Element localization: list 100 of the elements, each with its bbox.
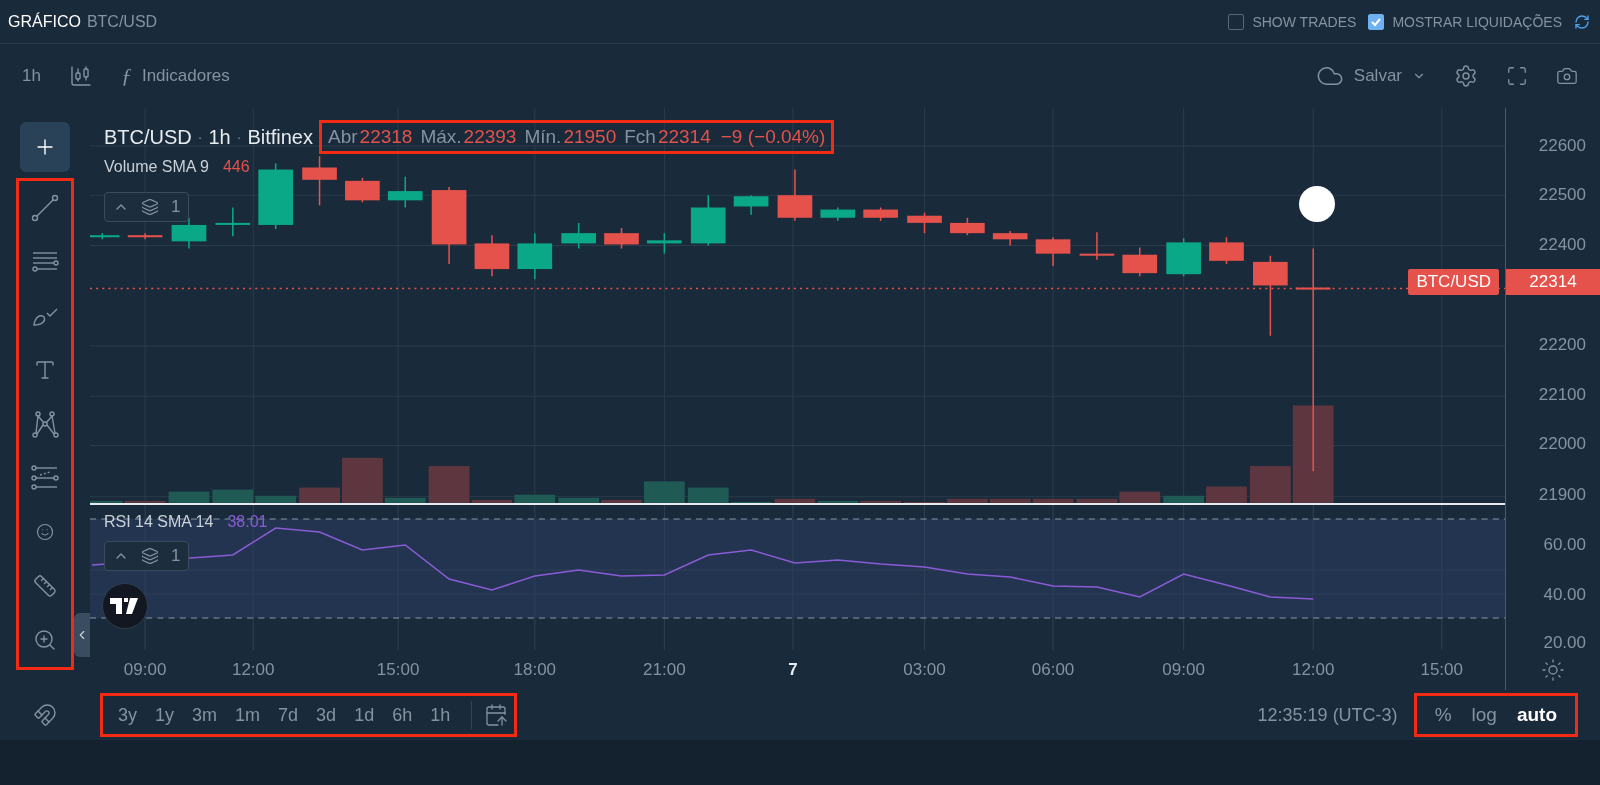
volume-label: Volume SMA 9 <box>104 158 209 176</box>
smiley-icon <box>36 523 54 541</box>
candlestick <box>604 227 639 250</box>
candlestick <box>127 232 163 241</box>
collapse-button[interactable]: 1 <box>104 541 190 571</box>
range-button[interactable]: 3d <box>307 704 346 726</box>
zoom-in-icon <box>33 628 57 652</box>
candlestick <box>777 168 813 222</box>
rsi-axis-label: 20.00 <box>1543 633 1586 653</box>
scale-button[interactable]: auto <box>1508 704 1565 726</box>
time-label: 12:00 <box>231 660 275 680</box>
candlestick <box>690 194 726 247</box>
volume-bar <box>299 487 340 503</box>
candlestick <box>992 230 1028 247</box>
legend-symbol: BTC/USD <box>104 125 192 149</box>
candles-button[interactable] <box>68 64 93 88</box>
text-icon <box>33 358 57 382</box>
range-button[interactable]: 7d <box>269 704 308 726</box>
time-label: 15:00 <box>1420 660 1463 680</box>
candlestick <box>907 211 942 234</box>
date-range-button[interactable] <box>484 703 509 727</box>
collapse-button[interactable]: 1 <box>104 192 190 222</box>
candlestick <box>733 194 769 216</box>
candlestick <box>345 177 380 204</box>
price-label: 21900 <box>1538 484 1586 505</box>
range-button[interactable]: 3y <box>109 704 146 726</box>
option-checkbox[interactable]: SHOW TRADES <box>1228 13 1357 30</box>
option-label: SHOW TRADES <box>1252 13 1357 30</box>
fullscreen-button[interactable] <box>1506 65 1528 87</box>
candlestick <box>171 217 207 250</box>
range-button[interactable]: 1h <box>421 704 460 726</box>
candlestick <box>863 206 898 222</box>
ohlc-label: Abr <box>328 126 358 148</box>
layers-icon <box>141 198 159 216</box>
fib-levels-icon <box>30 463 60 493</box>
time-label: 03:00 <box>903 660 946 680</box>
volume-value: 446 <box>222 158 250 176</box>
range-button[interactable]: 3m <box>183 704 227 726</box>
settings-button[interactable] <box>1454 64 1478 88</box>
legend-interval: 1h <box>208 125 231 149</box>
interval-button[interactable]: 1h <box>22 66 41 86</box>
candlestick <box>647 232 682 255</box>
time-label: 09:00 <box>1162 660 1205 680</box>
price-label: 22100 <box>1538 384 1586 405</box>
ohlc-value: 22318 <box>359 126 413 148</box>
trend-line-icon <box>30 193 60 223</box>
price-label: 22200 <box>1538 334 1586 355</box>
candlestick <box>1079 231 1115 261</box>
ohlc-label: Máx. <box>420 126 462 148</box>
collapse-sidebar-button[interactable] <box>74 613 90 657</box>
ohlc-label: Fch <box>624 126 656 148</box>
legend-exchange: Bitfinex <box>247 125 313 149</box>
symbol-label: BTC/USD <box>86 12 158 31</box>
time-label: 12:00 <box>1291 660 1335 680</box>
refresh-button[interactable] <box>1574 13 1590 30</box>
range-button[interactable]: 1m <box>226 704 270 726</box>
checkbox[interactable] <box>1228 13 1245 30</box>
time-label: 7 <box>788 660 798 680</box>
scale-button[interactable]: % <box>1426 704 1460 726</box>
screenshot-button[interactable] <box>1556 65 1578 87</box>
ohlc-value: 22393 <box>463 126 517 148</box>
candlestick <box>517 232 553 281</box>
indicators-button[interactable]: ƒ Indicadores <box>120 63 230 89</box>
time-label: 18:00 <box>513 660 557 680</box>
rsi-value: 38.01 <box>227 513 268 531</box>
candlestick <box>258 162 293 230</box>
magnet-icon <box>33 703 57 727</box>
separator-dot: · <box>197 129 203 145</box>
candlestick <box>1166 237 1201 277</box>
candlestick <box>215 206 251 237</box>
drawing-tool[interactable] <box>20 122 70 172</box>
scale-button[interactable]: log <box>1463 704 1505 726</box>
function-icon: ƒ <box>120 63 132 89</box>
range-button[interactable]: 1d <box>345 704 384 726</box>
time-label: 21:00 <box>643 660 686 680</box>
time-label: 09:00 <box>123 660 167 680</box>
candlestick <box>302 155 337 207</box>
ohlc-label: Mín. <box>524 126 562 148</box>
range-button[interactable]: 1y <box>146 704 184 726</box>
ohlc-value: 22314 <box>657 126 711 148</box>
time-label: 15:00 <box>376 660 420 680</box>
theme-button[interactable] <box>1541 658 1565 682</box>
save-button[interactable]: Salvar <box>1315 62 1426 90</box>
price-tag: 22314 <box>1506 269 1600 295</box>
price-label: 22000 <box>1538 433 1586 454</box>
ruler-icon <box>33 574 57 598</box>
rsi-axis-label: 40.00 <box>1543 585 1586 605</box>
candlestick <box>90 232 120 241</box>
candlestick <box>474 234 510 277</box>
range-button[interactable]: 6h <box>383 704 422 726</box>
rsi-axis-label: 60.00 <box>1543 535 1586 555</box>
pattern-icon <box>30 409 60 439</box>
chart-title: GRÁFICO <box>8 12 81 31</box>
rsi-label: RSI 14 SMA 14 <box>104 513 214 531</box>
candlestick <box>1209 236 1244 265</box>
price-label: 22400 <box>1538 234 1586 255</box>
price-label: 22600 <box>1538 135 1586 156</box>
checkbox[interactable] <box>1368 13 1385 30</box>
candlestick <box>1122 246 1158 277</box>
candlestick <box>1035 236 1071 267</box>
